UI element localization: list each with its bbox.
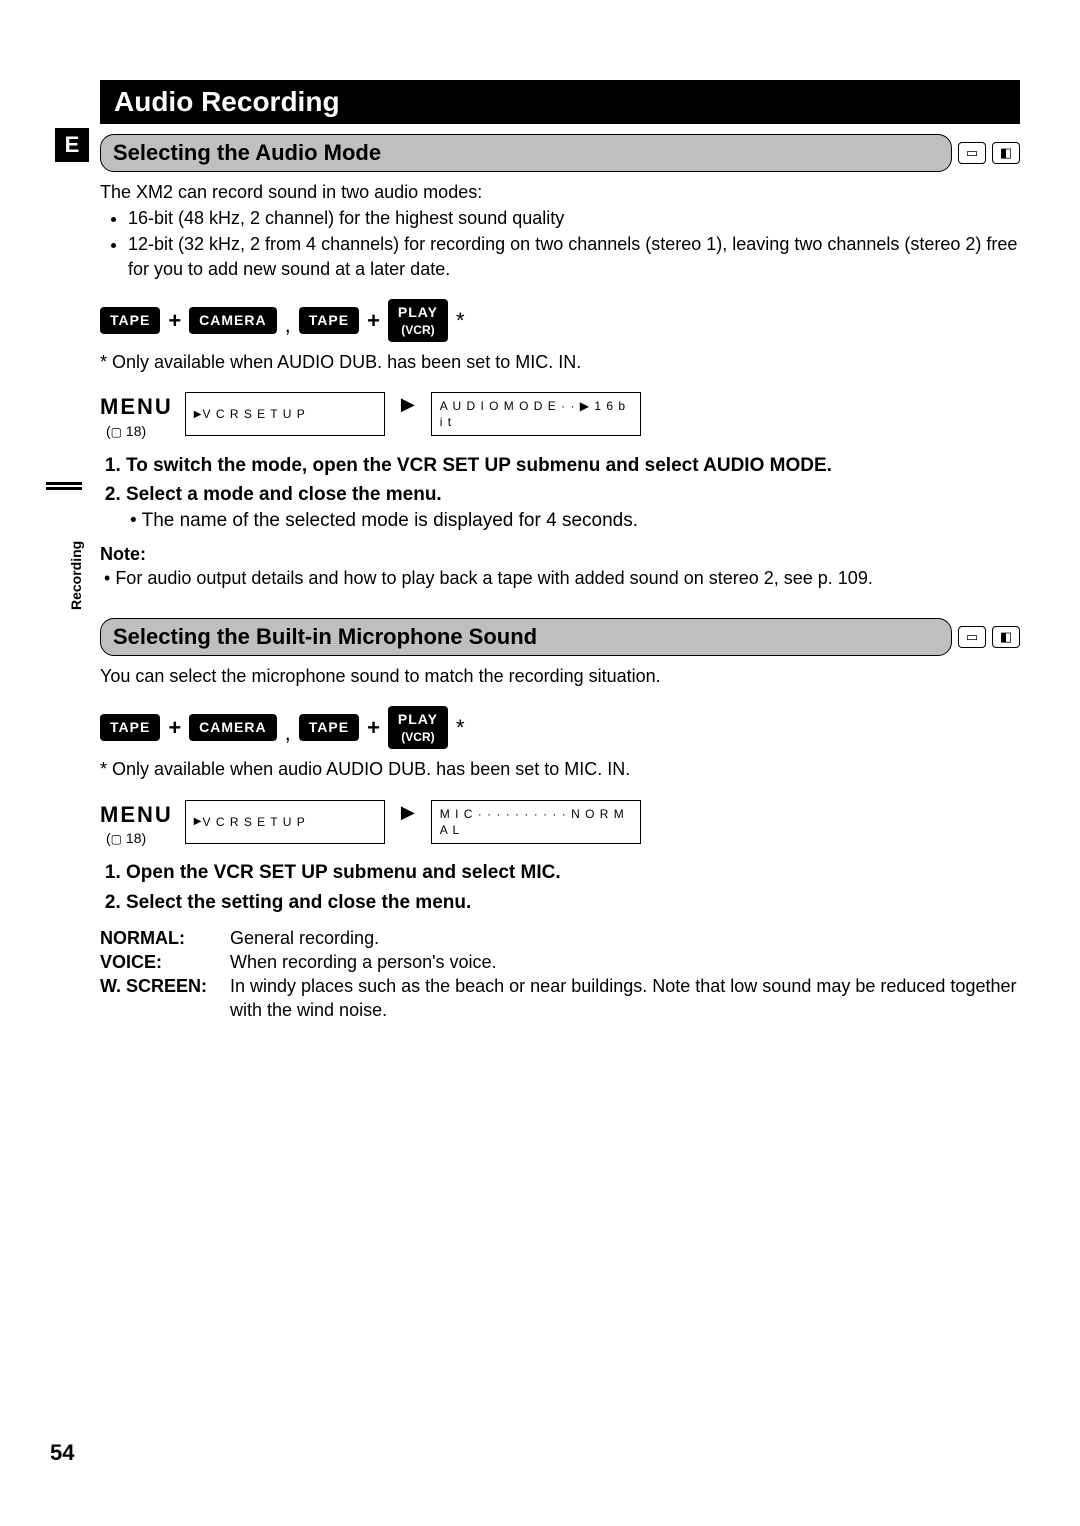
footnote: * Only available when AUDIO DUB. has bee… [100, 350, 1020, 374]
tape-button: TAPE [100, 714, 160, 741]
table-row: VOICE: When recording a person's voice. [100, 950, 1020, 974]
tape-button: TAPE [299, 714, 359, 741]
section-heading-microphone: Selecting the Built-in Microphone Sound [100, 618, 952, 656]
menu-page-ref: (▢ 18) [106, 829, 173, 848]
setting-def: In windy places such as the beach or nea… [230, 974, 1020, 1023]
mode-buttons-row: TAPE + CAMERA , TAPE + PLAY(VCR) * [100, 299, 1020, 342]
arrow-divider-icon: ▶ [397, 392, 419, 416]
menu-page-ref: (▢ 18) [106, 422, 173, 441]
camera-button: CAMERA [189, 307, 276, 334]
bullet: 16-bit (48 kHz, 2 channel) for the highe… [128, 206, 1020, 230]
asterisk-mark: * [456, 306, 465, 336]
plus-icon: + [367, 306, 380, 336]
camera-button: CAMERA [189, 714, 276, 741]
separator-comma: , [285, 310, 291, 342]
tape-button: TAPE [100, 307, 160, 334]
tape-button: TAPE [299, 307, 359, 334]
mode-buttons-row: TAPE + CAMERA , TAPE + PLAY(VCR) * [100, 706, 1020, 749]
edge-marker [46, 482, 82, 490]
step: To switch the mode, open the VCR SET UP … [126, 453, 1020, 479]
note-body: • For audio output details and how to pl… [100, 566, 1020, 590]
mic-settings-table: NORMAL: General recording. VOICE: When r… [100, 926, 1020, 1023]
separator-comma: , [285, 718, 291, 750]
plus-icon: + [168, 713, 181, 743]
table-row: NORMAL: General recording. [100, 926, 1020, 950]
table-row: W. SCREEN: In windy places such as the b… [100, 974, 1020, 1023]
card-icon: ◧ [992, 626, 1020, 648]
osd-box-vcr-setup: ▶V C R S E T U P [185, 800, 385, 844]
cassette-icon: ▭ [958, 142, 986, 164]
book-icon: ▢ [111, 425, 122, 439]
arrow-divider-icon: ▶ [397, 800, 419, 824]
side-tab-label: Recording [68, 541, 84, 610]
cassette-icon: ▭ [958, 626, 986, 648]
book-icon: ▢ [111, 832, 122, 846]
menu-label: MENU [100, 800, 173, 830]
page-title: Audio Recording [100, 80, 1020, 124]
setting-def: General recording. [230, 926, 1020, 950]
play-vcr-button: PLAY(VCR) [388, 706, 448, 749]
card-icon: ◧ [992, 142, 1020, 164]
osd-box-vcr-setup: ▶V C R S E T U P [185, 392, 385, 436]
triangle-icon: ▶ [194, 815, 203, 829]
step: Select a mode and close the menu. • The … [126, 482, 1020, 533]
plus-icon: + [367, 713, 380, 743]
triangle-icon: ▶ [194, 408, 203, 422]
osd-box-mic: M I C · · · · · · · · · · N O R M A L [431, 800, 641, 844]
footnote: * Only available when audio AUDIO DUB. h… [100, 757, 1020, 781]
step: Open the VCR SET UP submenu and select M… [126, 860, 1020, 886]
page-number: 54 [50, 1440, 74, 1466]
step-detail: The name of the selected mode is display… [142, 510, 638, 531]
section1-intro: The XM2 can record sound in two audio mo… [100, 180, 1020, 204]
play-vcr-button: PLAY(VCR) [388, 299, 448, 342]
setting-term: VOICE: [100, 950, 230, 974]
menu-label-block: MENU (▢ 18) [100, 800, 173, 849]
asterisk-mark: * [456, 713, 465, 743]
section2-intro: You can select the microphone sound to m… [100, 664, 1020, 688]
bullet: 12-bit (32 kHz, 2 from 4 channels) for r… [128, 232, 1020, 281]
setting-def: When recording a person's voice. [230, 950, 1020, 974]
menu-label: MENU [100, 392, 173, 422]
setting-term: NORMAL: [100, 926, 230, 950]
section-heading-audio-mode: Selecting the Audio Mode [100, 134, 952, 172]
setting-term: W. SCREEN: [100, 974, 230, 1023]
menu-label-block: MENU (▢ 18) [100, 392, 173, 441]
plus-icon: + [168, 306, 181, 336]
osd-box-audio-mode: A U D I O M O D E · · ▶ 1 6 b i t [431, 392, 641, 436]
step: Select the setting and close the menu. [126, 890, 1020, 916]
language-badge: E [55, 128, 89, 162]
note-heading: Note: [100, 542, 1020, 566]
